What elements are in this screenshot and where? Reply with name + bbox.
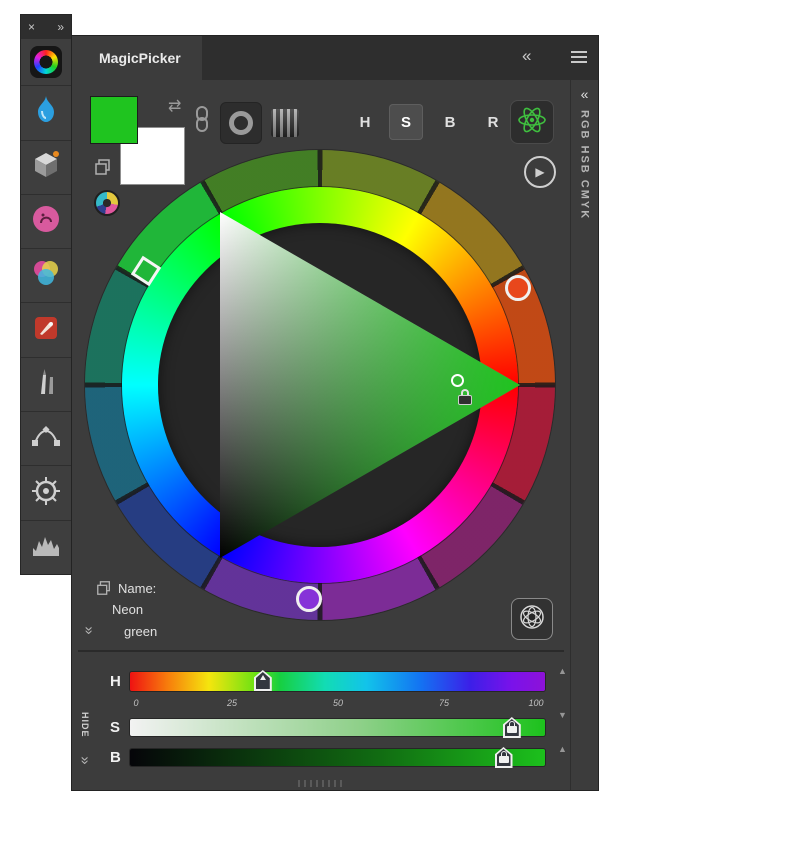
hide-sliders-control[interactable]: HIDE <box>72 700 98 750</box>
slider-up-arrow2-icon[interactable]: ▲ <box>558 744 567 754</box>
name-layers-icon <box>96 580 112 601</box>
side-tab-strip: « RGB HSB CMYK <box>570 80 598 790</box>
side-tab-rgb-hsb-cmyk[interactable]: RGB HSB CMYK <box>579 110 591 220</box>
marker-tick <box>259 675 266 680</box>
foreground-swatch[interactable] <box>90 96 138 144</box>
scale-label-100: 100 <box>528 698 544 708</box>
sidebar-tool-magic-brush[interactable] <box>21 86 71 141</box>
magic-brush-icon <box>29 93 63 132</box>
settings-atom-button[interactable] <box>510 100 554 144</box>
saturation-slider[interactable] <box>130 717 545 738</box>
paint-book-icon <box>29 311 63 350</box>
mode-button-h[interactable]: H <box>348 104 382 140</box>
screen: × » MagicPicker « « RGB HSB CMYK ⇄ H S B… <box>0 0 790 850</box>
hue-slider-marker[interactable] <box>253 670 272 691</box>
brushes-icon <box>29 365 63 404</box>
scale-label-50: 50 <box>332 698 343 708</box>
saturation-brightness-triangle[interactable] <box>85 150 555 620</box>
tones-column-button[interactable] <box>266 104 304 142</box>
color-name-line2[interactable]: green <box>124 624 157 639</box>
link-icon[interactable] <box>194 106 210 141</box>
sidebar-tool-magicpicker[interactable] <box>21 39 71 87</box>
sidebar-tool-mixer-cube[interactable] <box>21 140 71 195</box>
sidebar-tool-brushes[interactable] <box>21 357 71 413</box>
magicpicker-logo-icon <box>30 46 62 79</box>
h-slider-label: H <box>110 673 121 690</box>
hide-label: HIDE <box>80 712 90 738</box>
extensions-sidebar: × » <box>20 14 72 575</box>
sidebar-tool-paint-book[interactable] <box>21 303 71 358</box>
panel-header: MagicPicker « <box>72 36 598 80</box>
color-name-line1[interactable]: Neon <box>112 602 143 617</box>
panel-menu-icon[interactable] <box>571 51 587 53</box>
section-divider <box>78 650 564 652</box>
close-icon[interactable]: × <box>28 20 35 34</box>
mode-button-b[interactable]: B <box>433 104 467 140</box>
lock-icon[interactable] <box>458 389 472 405</box>
sidebar-tool-histogram[interactable] <box>21 520 71 574</box>
sidebar-tool-color-circles[interactable] <box>21 249 71 304</box>
portrait-icon <box>29 202 63 241</box>
triangle-cursor[interactable] <box>451 374 464 387</box>
brightness-slider-marker[interactable] <box>494 747 513 768</box>
harmony-marker-purple[interactable] <box>296 586 322 612</box>
ship-wheel-icon <box>29 474 63 513</box>
wheel-mode-button[interactable] <box>220 102 262 144</box>
harmony-wheel-button[interactable] <box>511 598 553 640</box>
scale-label-0: 0 <box>133 698 139 708</box>
cube-icon <box>29 148 63 187</box>
mode-button-r[interactable]: R <box>476 104 510 140</box>
s-slider-label: S <box>110 719 121 736</box>
stripes-icon <box>271 109 299 137</box>
resize-grip[interactable] <box>298 780 342 787</box>
scale-label-75: 75 <box>438 698 449 708</box>
sidebar-tool-bezier-pen[interactable] <box>21 412 71 467</box>
collapse-panel-icon[interactable]: « <box>522 46 531 66</box>
swap-colors-icon[interactable]: ⇄ <box>168 96 181 116</box>
slider-up-arrow-icon[interactable]: ▲ <box>558 666 567 676</box>
saturation-slider-marker[interactable] <box>502 717 521 738</box>
sidebar-tool-ship-wheel[interactable] <box>21 466 71 521</box>
harmony-wheel-icon <box>517 602 547 637</box>
brightness-slider[interactable] <box>130 747 545 768</box>
color-circles-icon <box>29 256 63 295</box>
ring-icon <box>229 111 253 135</box>
harmony-marker-red[interactable] <box>505 275 531 301</box>
hue-slider[interactable] <box>130 670 545 691</box>
histogram-icon <box>29 528 63 567</box>
hide-chevrons-icon[interactable]: « <box>76 752 93 770</box>
name-expand-chevrons-icon[interactable]: « <box>80 622 97 640</box>
strip-collapse-icon[interactable]: « <box>571 86 598 102</box>
marker-lock-icon <box>498 751 510 764</box>
color-wheel[interactable] <box>85 150 555 620</box>
panel-tab-magicpicker[interactable]: MagicPicker <box>72 36 202 80</box>
bezier-pen-icon <box>29 419 63 458</box>
mode-button-s[interactable]: S <box>389 104 423 140</box>
magicpicker-panel: MagicPicker « « RGB HSB CMYK ⇄ H S B R ▶… <box>72 36 598 790</box>
expand-icon[interactable]: » <box>57 20 64 34</box>
color-name-label: Name: <box>118 581 157 596</box>
slider-down-arrow-icon[interactable]: ▼ <box>558 710 567 720</box>
scale-label-25: 25 <box>226 698 237 708</box>
atom-icon <box>516 104 548 141</box>
marker-lock-icon <box>506 721 518 734</box>
sidebar-tool-portrait[interactable] <box>21 194 71 250</box>
sidebar-header: × » <box>21 15 71 39</box>
b-slider-label: B <box>110 749 121 766</box>
